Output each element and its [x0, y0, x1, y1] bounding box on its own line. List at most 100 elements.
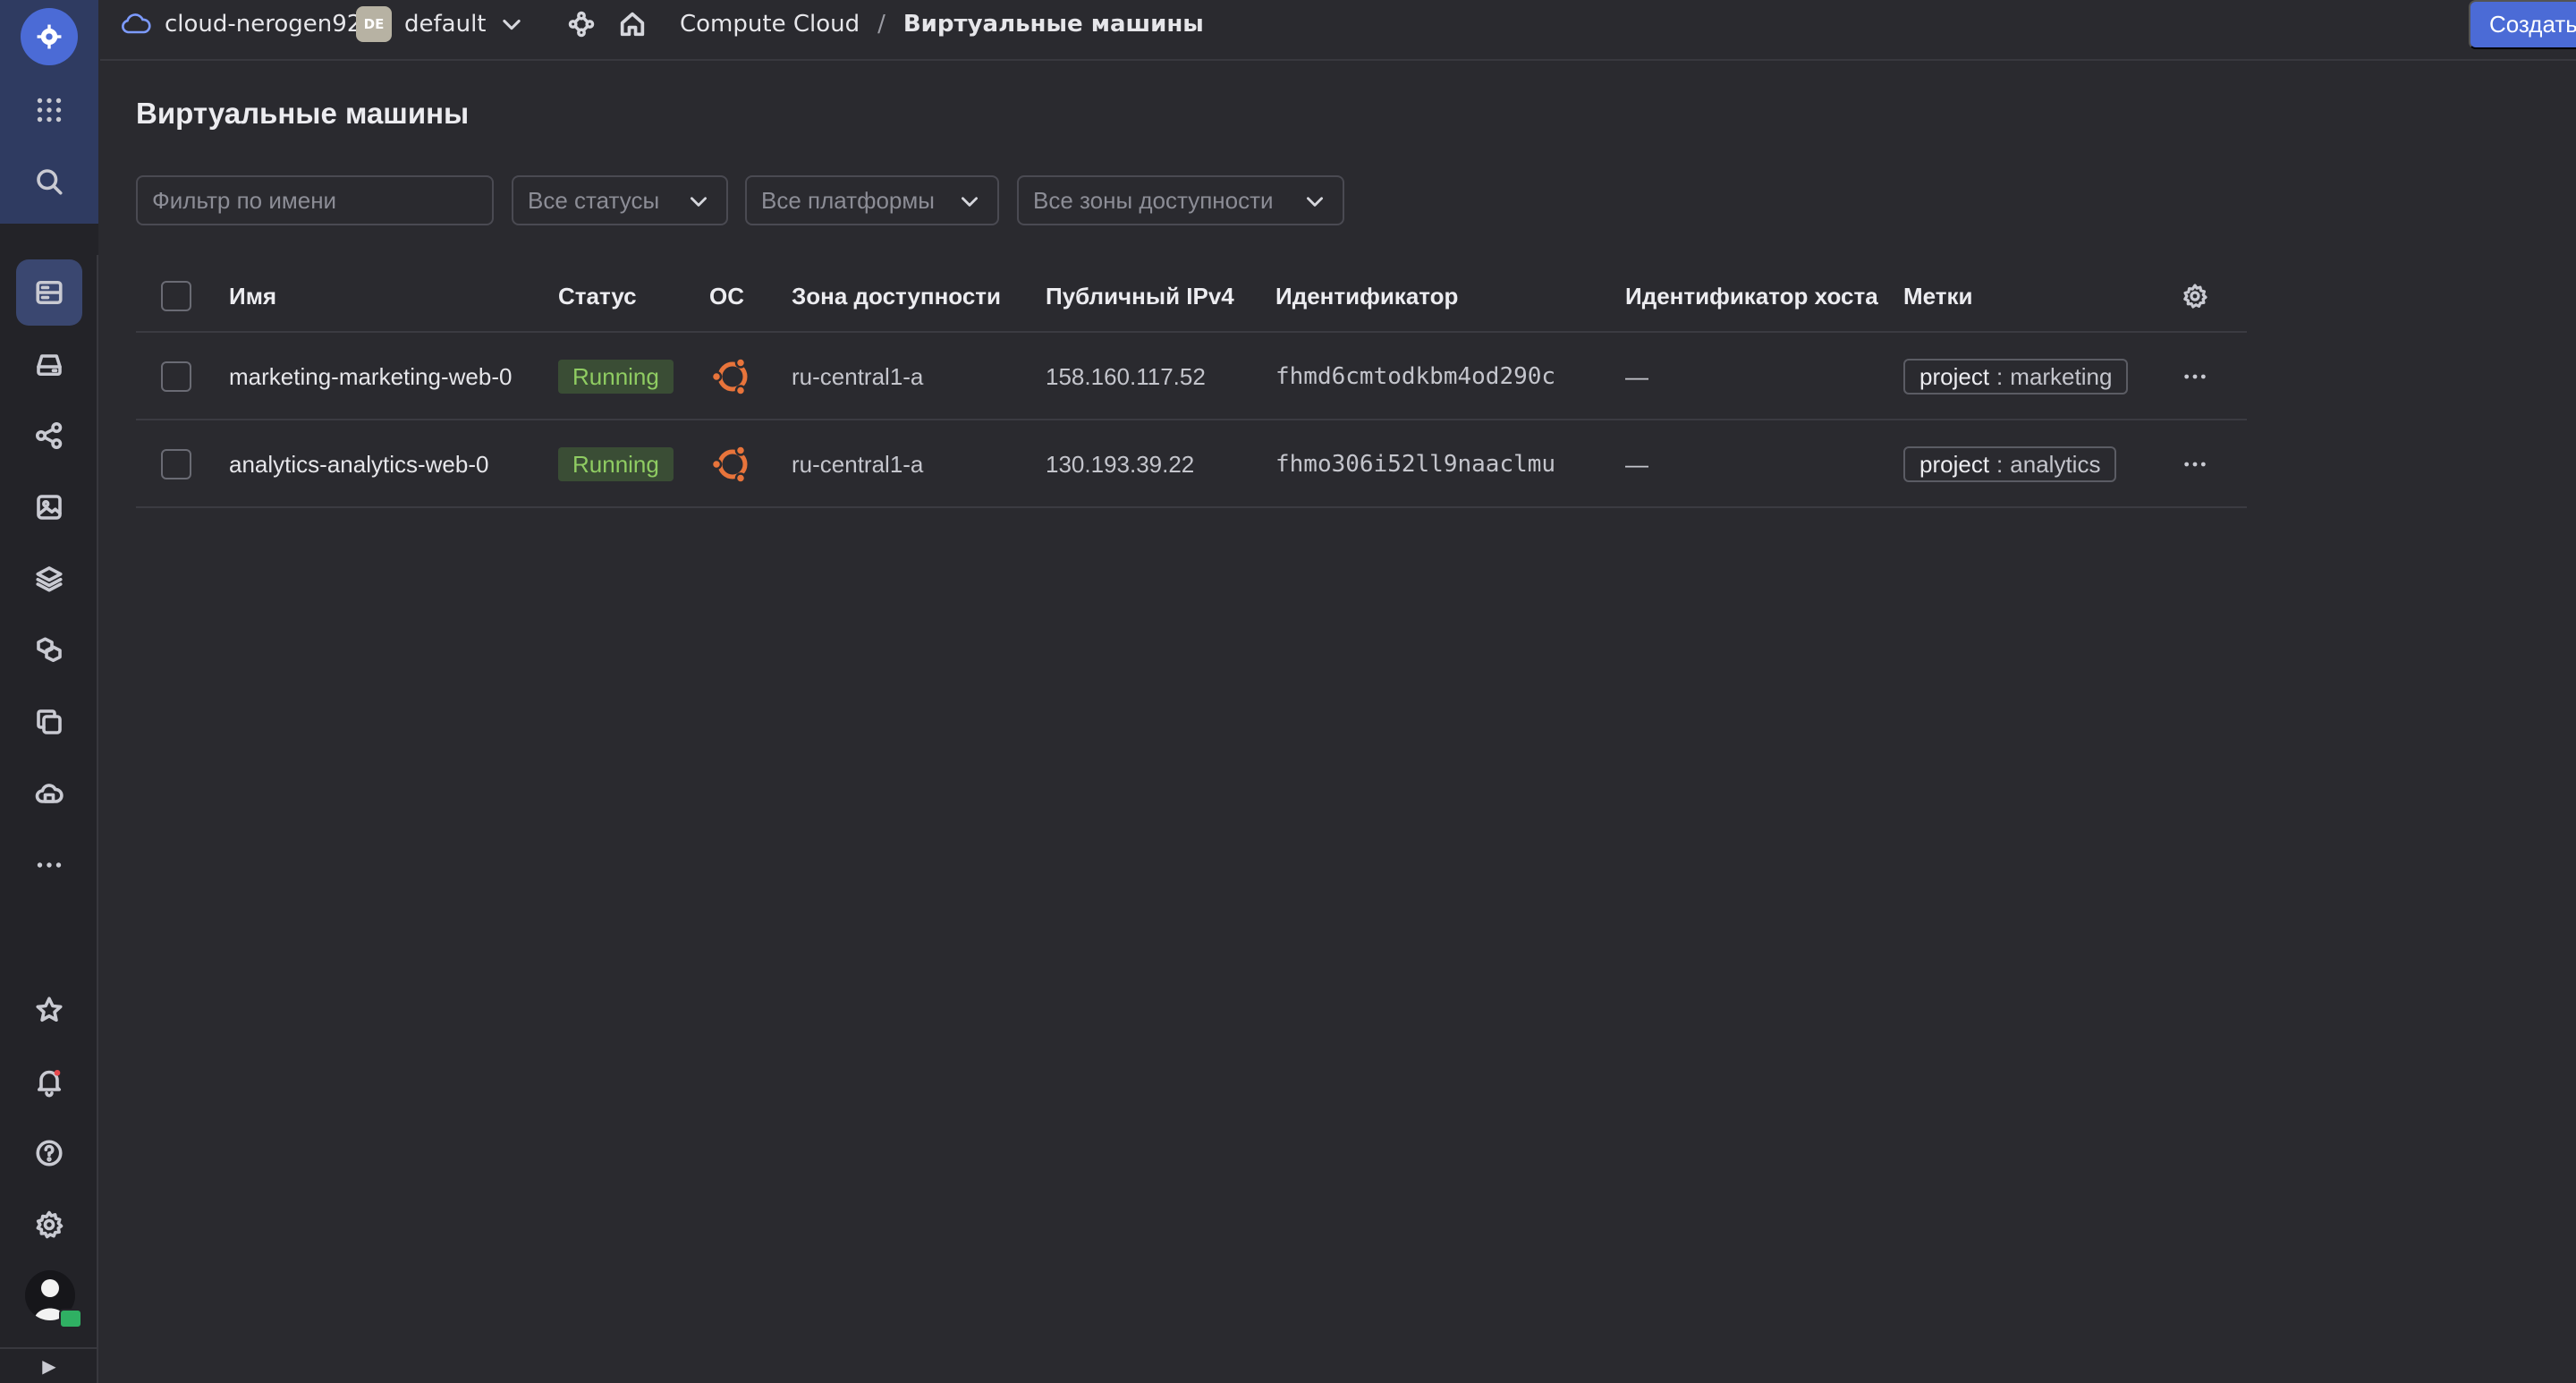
more-horizontal-icon [2184, 462, 2206, 467]
labels-cell: project : analytics [1903, 422, 2117, 506]
labels-cell: project : marketing [1903, 335, 2129, 419]
star-icon [36, 997, 63, 1022]
cube-group-icon [37, 637, 62, 663]
label-chip: project : marketing [1903, 359, 2129, 395]
settings-button[interactable] [16, 1192, 82, 1258]
more-horizontal-icon [37, 862, 62, 868]
help-button[interactable] [16, 1120, 82, 1186]
grid-icon [37, 98, 62, 123]
rail-item-network[interactable] [16, 403, 82, 469]
cloud-logo-icon[interactable] [21, 8, 78, 65]
gear-logo-icon [37, 24, 62, 49]
zone-filter-value: Все зоны доступности [1033, 186, 1274, 214]
table-settings-button[interactable] [2181, 261, 2209, 331]
rail-item-images[interactable] [16, 474, 82, 540]
zone-filter-select[interactable]: Все зоны доступности [1017, 175, 1344, 225]
layers-icon [36, 566, 63, 592]
more-horizontal-icon [2184, 374, 2206, 379]
services-graph-button[interactable] [567, 0, 596, 48]
server-icon [36, 280, 63, 305]
ubuntu-icon [709, 335, 752, 419]
label-separator: : [1996, 362, 2004, 390]
column-header-status[interactable]: Статус [558, 261, 637, 331]
search-button[interactable] [16, 148, 82, 215]
rail-more-button[interactable] [16, 832, 82, 898]
row-checkbox[interactable] [161, 449, 191, 479]
rail-item-instance-groups[interactable] [16, 617, 82, 683]
breadcrumb: Compute Cloud / Виртуальные машины [680, 0, 1204, 48]
left-rail: ▶ [0, 0, 98, 1383]
select-all-cell [161, 261, 191, 331]
column-header-ip[interactable]: Публичный IPv4 [1046, 261, 1234, 331]
top-bar: cloud-nerogen92 DE default Compute Cloud… [100, 0, 2576, 61]
image-icon [37, 495, 62, 520]
vm-id-value: fhmo306i52ll9naaclmu [1275, 451, 1556, 478]
name-filter-input[interactable]: Фильтр по имени [136, 175, 494, 225]
disk-icon [37, 354, 62, 377]
label-value: analytics [2010, 450, 2101, 478]
cloud-selector[interactable]: cloud-nerogen92 [165, 0, 361, 48]
column-header-labels[interactable]: Метки [1903, 261, 1973, 331]
breadcrumb-separator: / [877, 11, 886, 38]
ubuntu-icon [709, 422, 752, 506]
rail-item-placement-groups[interactable] [16, 760, 82, 827]
row-select-cell [161, 422, 191, 506]
folder-dropdown-button[interactable] [499, 0, 524, 48]
rail-expand-button[interactable]: ▶ [0, 1347, 98, 1383]
column-header-name[interactable]: Имя [229, 261, 276, 331]
platform-filter-select[interactable]: Все платформы [745, 175, 999, 225]
table-header: Имя Статус ОС Зона доступности Публичный… [136, 261, 2247, 333]
rail-item-disks[interactable] [16, 331, 82, 397]
chevron-down-icon [503, 19, 521, 30]
label-separator: : [1996, 450, 2004, 478]
folder-badge: DE [356, 6, 392, 42]
rail-item-snapshots[interactable] [16, 689, 82, 755]
vm-name[interactable]: analytics-analytics-web-0 [229, 422, 488, 506]
row-actions-button[interactable] [2181, 422, 2209, 506]
column-header-id[interactable]: Идентификатор [1275, 261, 1458, 331]
folder-selector[interactable]: DE default [356, 0, 486, 48]
select-all-checkbox[interactable] [161, 281, 191, 311]
notifications-button[interactable] [16, 1048, 82, 1115]
rail-item-virtual-machines[interactable] [16, 259, 82, 326]
column-header-host-id[interactable]: Идентификатор хоста [1625, 261, 1878, 331]
gear-icon [2183, 284, 2207, 309]
row-actions-button[interactable] [2181, 335, 2209, 419]
help-circle-icon [36, 1140, 63, 1167]
ip-value: 130.193.39.22 [1046, 450, 1195, 478]
table-row[interactable]: analytics-analytics-web-0 Running ru-cen… [136, 422, 2247, 508]
chevron-down-icon [1303, 190, 1326, 213]
column-header-os[interactable]: ОС [709, 261, 744, 331]
rail-item-layers[interactable] [16, 546, 82, 612]
search-icon [37, 169, 63, 195]
row-checkbox[interactable] [161, 361, 191, 392]
status-filter-select[interactable]: Все статусы [512, 175, 728, 225]
status-cell: Running [558, 335, 674, 419]
share-nodes-icon [36, 422, 63, 449]
copy-icon [37, 709, 62, 734]
breadcrumb-current: Виртуальные машины [902, 11, 1204, 38]
create-vm-button[interactable]: Создать ВМ [2469, 0, 2576, 49]
home-button[interactable] [617, 0, 648, 48]
folder-name: default [404, 11, 487, 38]
user-status-badge [59, 1309, 82, 1328]
cloud-stack-icon [35, 784, 64, 803]
table-row[interactable]: marketing-marketing-web-0 Running ru-cen… [136, 335, 2247, 420]
label-key: project [1919, 362, 1990, 390]
ip-value: 158.160.117.52 [1046, 362, 1206, 390]
zone-value: ru-central1-a [792, 362, 924, 390]
row-select-cell [161, 335, 191, 419]
favorites-button[interactable] [16, 977, 82, 1043]
status-cell: Running [558, 422, 674, 506]
home-icon [620, 12, 645, 37]
label-chip: project : analytics [1903, 446, 2117, 482]
status-filter-value: Все статусы [528, 186, 660, 214]
breadcrumb-service-link[interactable]: Compute Cloud [680, 11, 860, 38]
vm-name[interactable]: marketing-marketing-web-0 [229, 335, 512, 419]
all-services-button[interactable] [16, 77, 82, 143]
cloud-name: cloud-nerogen92 [165, 11, 362, 38]
column-header-zone[interactable]: Зона доступности [792, 261, 1001, 331]
zone-value: ru-central1-a [792, 450, 924, 478]
host-id-value: — [1625, 362, 1648, 390]
chevron-down-icon [687, 190, 710, 213]
